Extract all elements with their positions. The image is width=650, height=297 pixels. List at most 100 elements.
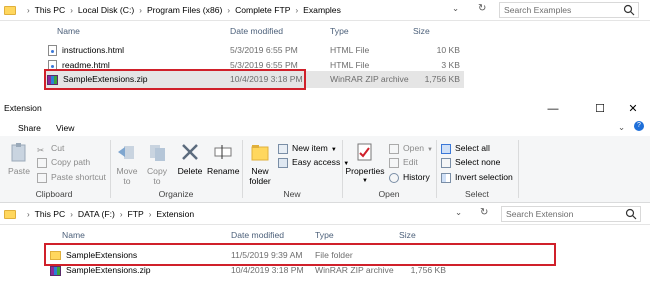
- search-icon: [623, 4, 635, 16]
- ribbon-tabs: Share View ⌄ ?: [0, 120, 650, 137]
- search-placeholder: Search Extension: [506, 209, 574, 219]
- paste-icon: [11, 143, 26, 162]
- bottom-address-bar: › This PC › DATA (F:) › FTP › Extension …: [0, 204, 650, 225]
- breadcrumb-complete-ftp[interactable]: Complete FTP: [235, 5, 290, 15]
- history-button[interactable]: History: [389, 171, 430, 183]
- new-folder-button[interactable]: New folder: [245, 142, 275, 186]
- move-to-button[interactable]: Move to: [113, 142, 141, 186]
- paste-shortcut-icon: [37, 172, 47, 183]
- group-divider: [518, 140, 519, 198]
- rename-button[interactable]: Rename: [207, 142, 239, 176]
- col-header-name[interactable]: Name: [57, 26, 80, 36]
- move-label: Move: [116, 166, 138, 176]
- select-none-button[interactable]: Select none: [441, 156, 500, 168]
- col-header-type[interactable]: Type: [315, 230, 334, 240]
- breadcrumb-sep-icon: ›: [295, 5, 299, 15]
- folder-icon: [4, 209, 16, 219]
- file-type: HTML File: [330, 60, 370, 70]
- edit-button[interactable]: Edit: [389, 156, 418, 168]
- new-item-icon: [278, 143, 288, 154]
- breadcrumb-data-drive[interactable]: DATA (F:): [78, 209, 115, 219]
- select-all-label: Select all: [455, 143, 490, 153]
- properties-label: Properties: [345, 166, 385, 176]
- paste-shortcut-label: Paste shortcut: [51, 172, 106, 182]
- easy-access-button[interactable]: Easy access ▼: [278, 156, 349, 168]
- paste-shortcut-button[interactable]: Paste shortcut: [37, 171, 106, 183]
- col-header-name[interactable]: Name: [62, 230, 85, 240]
- col-header-type[interactable]: Type: [330, 26, 349, 36]
- help-icon[interactable]: ?: [634, 121, 644, 131]
- delete-button[interactable]: Delete: [174, 142, 206, 176]
- group-divider: [110, 140, 111, 198]
- dropdown-chevron-icon[interactable]: ⌄: [452, 3, 459, 14]
- breadcrumb-this-pc[interactable]: This PC: [35, 209, 66, 219]
- top-search-input[interactable]: Search Examples: [499, 2, 639, 18]
- maximize-button[interactable]: ☐: [585, 98, 615, 120]
- paste-button[interactable]: Paste: [4, 142, 34, 176]
- group-divider: [342, 140, 343, 198]
- group-label-clipboard: Clipboard: [35, 189, 73, 199]
- history-clock-icon: [389, 172, 399, 183]
- copy-path-icon: [37, 157, 47, 168]
- new-item-button[interactable]: New item ▼: [278, 142, 337, 154]
- breadcrumb-extension[interactable]: Extension: [156, 209, 194, 219]
- top-breadcrumb: › This PC › Local Disk (C:) › Program Fi…: [4, 0, 341, 20]
- tab-share[interactable]: Share: [18, 123, 41, 133]
- tab-view[interactable]: View: [56, 123, 74, 133]
- winrar-zip-icon: [50, 265, 61, 276]
- breadcrumb-sep-icon: ›: [148, 209, 152, 219]
- copy-to-label: to: [153, 176, 161, 186]
- breadcrumb-local-disk[interactable]: Local Disk (C:): [78, 5, 134, 15]
- select-all-icon: [441, 143, 451, 154]
- group-label-select: Select: [465, 189, 489, 199]
- col-header-size[interactable]: Size: [399, 230, 416, 240]
- copy-to-button[interactable]: Copy to: [143, 142, 171, 186]
- new-item-label: New item: [292, 143, 328, 153]
- history-label: History: [403, 172, 430, 182]
- copy-label: Copy: [146, 166, 168, 176]
- close-button[interactable]: ✕: [618, 98, 648, 120]
- breadcrumb-sep-icon: ›: [227, 5, 231, 15]
- file-date: 10/4/2019 3:18 PM: [231, 265, 304, 275]
- file-row[interactable]: instructions.html 5/3/2019 6:55 PM HTML …: [48, 43, 463, 57]
- breadcrumb-this-pc[interactable]: This PC: [35, 5, 66, 15]
- delete-x-icon: [182, 144, 198, 160]
- file-type: HTML File: [330, 45, 370, 55]
- delete-label: Delete: [177, 166, 203, 176]
- expand-ribbon-icon[interactable]: ⌄: [618, 122, 625, 133]
- col-header-date[interactable]: Date modified: [230, 26, 283, 36]
- col-header-size[interactable]: Size: [413, 26, 430, 36]
- file-type: WinRAR ZIP archive: [330, 74, 409, 84]
- breadcrumb-ftp[interactable]: FTP: [128, 209, 144, 219]
- select-all-button[interactable]: Select all: [441, 142, 490, 154]
- group-label-organize: Organize: [158, 189, 194, 199]
- dropdown-arrow-icon: ▼: [362, 178, 368, 184]
- group-divider: [436, 140, 437, 198]
- dropdown-chevron-icon[interactable]: ⌄: [455, 207, 462, 218]
- breadcrumb-program-files[interactable]: Program Files (x86): [147, 5, 222, 15]
- refresh-icon[interactable]: ↻: [480, 207, 488, 218]
- refresh-icon[interactable]: ↻: [478, 3, 486, 14]
- open-button[interactable]: Open ▼: [389, 142, 433, 154]
- open-icon: [389, 143, 399, 154]
- cut-button[interactable]: ✂ Cut: [37, 142, 64, 155]
- properties-button[interactable]: Properties ▼: [345, 142, 385, 186]
- move-to-icon: [118, 146, 134, 159]
- invert-selection-label: Invert selection: [455, 172, 513, 182]
- html-file-icon: [48, 45, 57, 57]
- invert-selection-button[interactable]: Invert selection: [441, 171, 513, 183]
- minimize-button[interactable]: —: [538, 98, 568, 120]
- copy-path-label: Copy path: [51, 157, 91, 167]
- file-row[interactable]: SampleExtensions.zip 10/4/2019 3:18 PM W…: [50, 263, 450, 277]
- copy-path-button[interactable]: Copy path: [37, 156, 90, 168]
- highlight-box: [44, 69, 306, 90]
- dropdown-arrow-icon: ▼: [427, 147, 433, 153]
- group-label-open: Open: [378, 189, 400, 199]
- file-size: 1,756 KB: [424, 74, 460, 84]
- breadcrumb-examples[interactable]: Examples: [303, 5, 341, 15]
- file-name: SampleExtensions.zip: [66, 265, 151, 275]
- file-type: WinRAR ZIP archive: [315, 265, 394, 275]
- col-header-date[interactable]: Date modified: [231, 230, 284, 240]
- scissors-icon: ✂: [37, 144, 45, 155]
- bottom-search-input[interactable]: Search Extension: [501, 206, 641, 222]
